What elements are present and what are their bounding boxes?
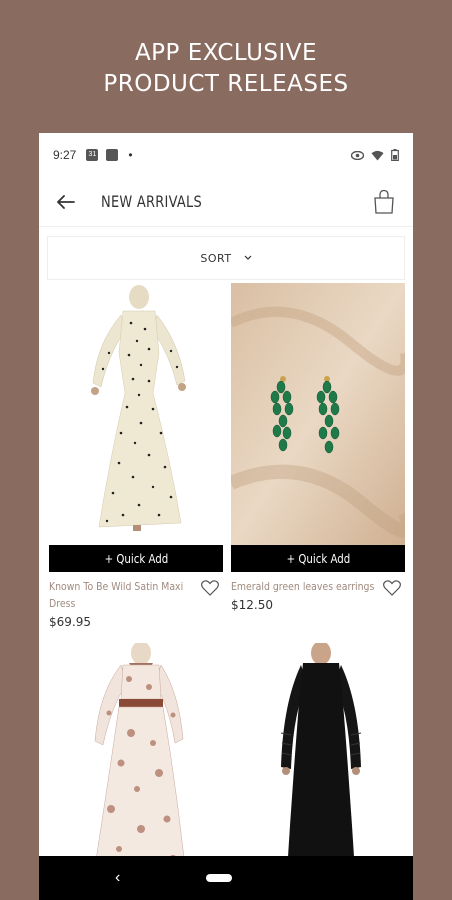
- app-header: NEW ARRIVALS: [39, 177, 413, 227]
- calendar-badge: 31: [88, 151, 97, 158]
- promo-headline: APP EXCLUSIVE PRODUCT RELEASES: [0, 38, 452, 100]
- product-info: Emerald green leaves earrings $12.50: [231, 572, 405, 612]
- status-time: 9:27: [53, 148, 77, 162]
- product-price: $12.50: [231, 598, 273, 612]
- earrings-image: [231, 283, 405, 545]
- calendar-icon: 31: [86, 149, 99, 161]
- phone-screen: 9:27 31 • NEW ARRIVALS SORT + Quick Add …: [39, 133, 413, 900]
- system-nav-bar: ‹: [39, 856, 413, 900]
- heart-icon[interactable]: [201, 580, 219, 596]
- product-name[interactable]: Emerald green leaves earrings: [231, 578, 376, 595]
- product-card[interactable]: + Quick Add Emerald green leaves earring…: [231, 283, 405, 612]
- square-icon: [106, 149, 119, 161]
- shopping-bag-icon[interactable]: [373, 189, 395, 215]
- status-bar: 9:27 31 •: [39, 133, 413, 177]
- nav-back-button[interactable]: ‹: [115, 869, 120, 887]
- product-card[interactable]: + Quick Add Known To Be Wild Satin Maxi …: [49, 283, 223, 629]
- promo-line-2: PRODUCT RELEASES: [103, 71, 349, 97]
- page-title: NEW ARRIVALS: [101, 192, 202, 211]
- dot-icon: •: [128, 148, 133, 162]
- product-image[interactable]: [49, 283, 223, 545]
- quick-add-button[interactable]: + Quick Add: [49, 545, 223, 572]
- product-name[interactable]: Known To Be Wild Satin Maxi Dress: [49, 578, 194, 612]
- quick-add-label: + Quick Add: [104, 551, 168, 566]
- nav-home-button[interactable]: [206, 874, 233, 882]
- battery-icon: [391, 149, 399, 161]
- heart-icon[interactable]: [383, 580, 401, 596]
- product-price: $69.95: [49, 615, 91, 629]
- product-image[interactable]: [231, 283, 405, 545]
- arrow-left-icon: [57, 194, 75, 209]
- product-info: Known To Be Wild Satin Maxi Dress $69.95: [49, 572, 223, 629]
- quick-add-button[interactable]: + Quick Add: [231, 545, 405, 572]
- chevron-down-icon: [244, 255, 252, 260]
- sort-button[interactable]: SORT: [47, 236, 405, 280]
- quick-add-label: + Quick Add: [286, 551, 350, 566]
- back-button[interactable]: [55, 191, 77, 213]
- promo-line-1: APP EXCLUSIVE: [134, 40, 318, 66]
- wifi-icon: [371, 150, 384, 160]
- sort-label: SORT: [200, 251, 232, 265]
- eye-icon: [351, 150, 364, 160]
- dress-image: [49, 283, 223, 545]
